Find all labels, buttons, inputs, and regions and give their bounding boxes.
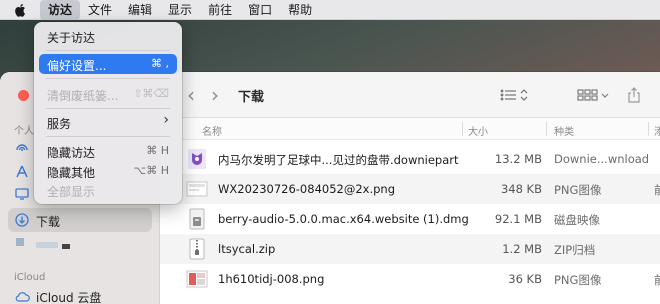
menu-separator — [46, 108, 170, 109]
airdrop-icon[interactable] — [14, 140, 30, 156]
menu-bar: 访达 文件 编辑 显示 前往 窗口 帮助 — [0, 0, 660, 20]
menu-item-show-all: 全部显示 — [47, 185, 96, 199]
sidebar-item-icloud-drive[interactable]: iCloud 云盘 — [36, 289, 101, 304]
menu-item-hide-finder[interactable]: 隐藏访达 ⌘ H — [39, 141, 177, 161]
toolbar: ‹ › 下载 — [160, 72, 660, 118]
column-size[interactable]: 大小 — [468, 123, 488, 138]
chevron-right-icon: › — [163, 112, 169, 128]
file-name: ltsycal.zip — [218, 242, 276, 256]
file-size: 348 KB — [500, 182, 542, 196]
file-date-added: 前 — [654, 183, 660, 197]
menu-item-services[interactable]: 服务 › — [39, 112, 177, 132]
column-date-added[interactable]: 添 — [654, 123, 660, 138]
file-name: 内马尔发明了足球中...见过的盘带.downiepart — [218, 153, 459, 167]
grid-view-icon — [577, 89, 609, 101]
column-divider[interactable] — [462, 122, 463, 136]
menu-finder[interactable]: 访达 — [40, 0, 81, 20]
shortcut-label: ⌘ H — [146, 144, 169, 157]
list-view-icon — [500, 89, 528, 101]
file-name: 1h610tidj-008.png — [218, 272, 325, 286]
redacted-block — [16, 238, 24, 246]
file-kind: 磁盘映像 — [554, 213, 600, 227]
applications-icon[interactable] — [14, 164, 30, 180]
column-divider[interactable] — [546, 122, 547, 136]
redacted-block — [62, 244, 70, 249]
table-row[interactable]: berry-audio-5.0.0.mac.x64.website (1).dm… — [160, 204, 660, 234]
menu-help[interactable]: 帮助 — [280, 0, 320, 20]
png-thumbnail-icon — [186, 268, 208, 290]
sidebar-item-downloads[interactable]: 下载 — [36, 213, 60, 230]
column-header: 名称 大小 种类 添 — [160, 118, 660, 140]
downloads-icon[interactable] — [14, 212, 30, 228]
finder-dropdown-menu: 关于访达 偏好设置... ⌘ , 清倒废纸篓... ⇧⌘⌫ 服务 › 隐藏访达 … — [34, 22, 182, 204]
file-browser: ‹ › 下载 名称 大小 种类 添 内马尔发明了足球中...见过的盘带.down… — [160, 72, 660, 304]
share-button[interactable] — [626, 84, 642, 106]
shortcut-label: ⌥⌘ H — [133, 164, 169, 177]
file-name: WX20230726-084052@2x.png — [218, 182, 395, 196]
menu-separator — [46, 136, 170, 137]
share-icon — [628, 87, 640, 103]
file-size: 13.2 MB — [494, 152, 542, 166]
file-size: 1.2 MB — [502, 242, 542, 256]
menu-separator — [46, 78, 170, 79]
menu-item-preferences[interactable]: 偏好设置... ⌘ , — [39, 54, 177, 74]
table-row[interactable]: 内马尔发明了足球中...见过的盘带.downiepart 13.2 MB Dow… — [160, 144, 660, 174]
menu-file[interactable]: 文件 — [80, 0, 120, 20]
close-window-button[interactable] — [18, 90, 29, 101]
file-size: 92.1 MB — [494, 212, 542, 226]
png-thumbnail-icon — [186, 178, 208, 200]
file-kind: Downie...wnload — [554, 152, 650, 166]
menu-item-hide-others[interactable]: 隐藏其他 ⌥⌘ H — [39, 161, 177, 181]
sidebar-section-icloud: iCloud — [14, 272, 46, 283]
dmg-icon — [186, 208, 208, 230]
menu-item-empty-trash: 清倒废纸篓... ⇧⌘⌫ — [47, 87, 169, 103]
menu-view[interactable]: 显示 — [160, 0, 200, 20]
table-row[interactable]: ltsycal.zip 1.2 MB ZIP归档 — [160, 234, 660, 264]
list-view-button[interactable] — [498, 84, 532, 106]
menu-go[interactable]: 前往 — [200, 0, 240, 20]
file-kind: PNG图像 — [554, 273, 602, 287]
file-name: berry-audio-5.0.0.mac.x64.website (1).dm… — [218, 212, 469, 226]
file-size: 36 KB — [508, 272, 542, 286]
file-date-added: 前 — [654, 273, 660, 287]
menu-edit[interactable]: 编辑 — [120, 0, 160, 20]
menu-window[interactable]: 窗口 — [240, 0, 280, 20]
table-row[interactable]: WX20230726-084052@2x.png 348 KB PNG图像 前 — [160, 174, 660, 204]
downie-icon — [186, 148, 208, 170]
menu-item-about-finder[interactable]: 关于访达 — [39, 26, 177, 46]
file-kind: ZIP归档 — [554, 243, 596, 257]
menu-separator — [46, 50, 170, 51]
apple-menu-icon[interactable] — [14, 2, 28, 18]
desktop-icon[interactable] — [14, 186, 30, 202]
table-row[interactable]: 1h610tidj-008.png 36 KB PNG图像 前 — [160, 264, 660, 294]
column-divider[interactable] — [648, 122, 649, 136]
redacted-block — [36, 242, 58, 248]
column-name[interactable]: 名称 — [202, 123, 222, 138]
icloud-icon[interactable] — [14, 288, 30, 304]
shortcut-label: ⌘ , — [151, 57, 169, 70]
sidebar-section-favorites: 个人 — [14, 126, 34, 137]
shortcut-label: ⇧⌘⌫ — [133, 87, 169, 100]
zip-icon — [186, 238, 208, 260]
window-title: 下载 — [238, 90, 265, 105]
group-view-button[interactable] — [576, 84, 610, 106]
forward-button[interactable]: › — [208, 83, 222, 107]
back-button[interactable]: ‹ — [184, 83, 198, 107]
file-kind: PNG图像 — [554, 183, 602, 197]
column-kind[interactable]: 种类 — [554, 123, 574, 138]
